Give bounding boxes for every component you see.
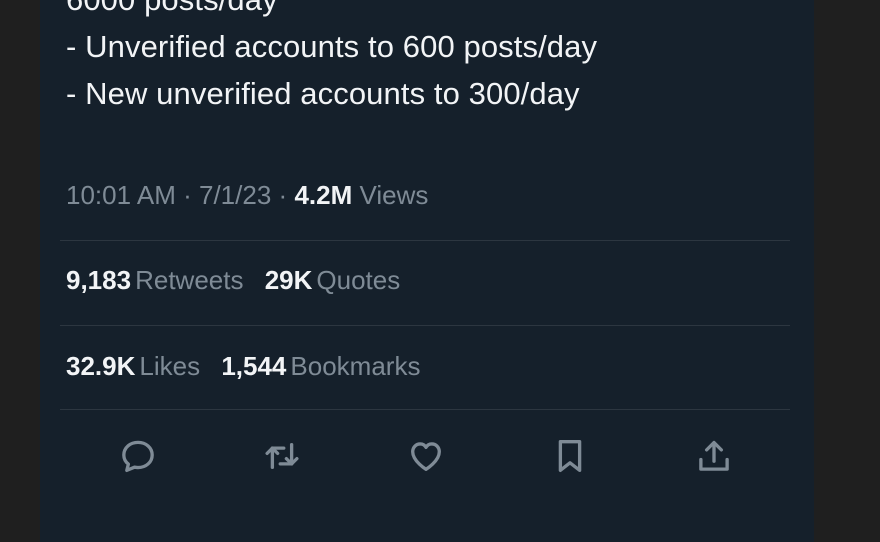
quotes-label: Quotes	[316, 265, 401, 295]
retweets-count: 9,183	[66, 265, 132, 295]
tweet-body-text: 6000 posts/day - Unverified accounts to …	[66, 0, 786, 117]
views-label: Views	[359, 180, 429, 210]
reply-icon	[122, 440, 154, 473]
bookmark-icon	[558, 439, 582, 473]
tweet-date[interactable]: 7/1/23	[199, 180, 271, 210]
meta-separator: ·	[278, 180, 288, 210]
divider	[60, 325, 790, 326]
likes-label: Likes	[139, 351, 201, 381]
like-icon	[411, 442, 441, 471]
engagement-stats-row: 32.9K Likes 1,544 Bookmarks	[66, 351, 434, 382]
likes-count: 32.9K	[66, 351, 136, 381]
reply-button[interactable]	[114, 432, 162, 480]
tweet-detail-panel: 6000 posts/day - Unverified accounts to …	[40, 0, 814, 542]
screenshot-frame: 6000 posts/day - Unverified accounts to …	[0, 0, 880, 542]
retweets-label: Retweets	[135, 265, 244, 295]
bookmark-button[interactable]	[546, 432, 594, 480]
share-button[interactable]	[690, 432, 738, 480]
quotes-count: 29K	[264, 265, 313, 295]
tweet-text-line: - Unverified accounts to 600 posts/day	[66, 29, 598, 64]
retweet-icon	[265, 442, 299, 470]
tweet-time[interactable]: 10:01 AM	[66, 180, 176, 210]
tweet-text-line: 6000 posts/day	[66, 0, 786, 23]
share-stats-row: 9,183 Retweets 29K Quotes	[66, 265, 414, 296]
tweet-action-bar	[40, 432, 814, 480]
bookmarks-stat[interactable]: 1,544 Bookmarks	[221, 351, 420, 382]
likes-stat[interactable]: 32.9K Likes	[66, 351, 200, 382]
share-icon	[699, 440, 729, 471]
views-count: 4.2M	[294, 180, 353, 210]
like-button[interactable]	[402, 432, 450, 480]
divider	[60, 240, 790, 241]
bookmarks-count: 1,544	[221, 351, 287, 381]
retweets-stat[interactable]: 9,183 Retweets	[66, 265, 243, 296]
quotes-stat[interactable]: 29K Quotes	[265, 265, 401, 296]
tweet-metadata: 10:01 AM · 7/1/23 · 4.2M Views	[66, 180, 428, 211]
bookmarks-label: Bookmarks	[290, 351, 421, 381]
divider	[60, 409, 790, 410]
meta-separator: ·	[183, 180, 192, 210]
retweet-button[interactable]	[258, 432, 306, 480]
tweet-text-line: - New unverified accounts to 300/day	[66, 76, 580, 111]
